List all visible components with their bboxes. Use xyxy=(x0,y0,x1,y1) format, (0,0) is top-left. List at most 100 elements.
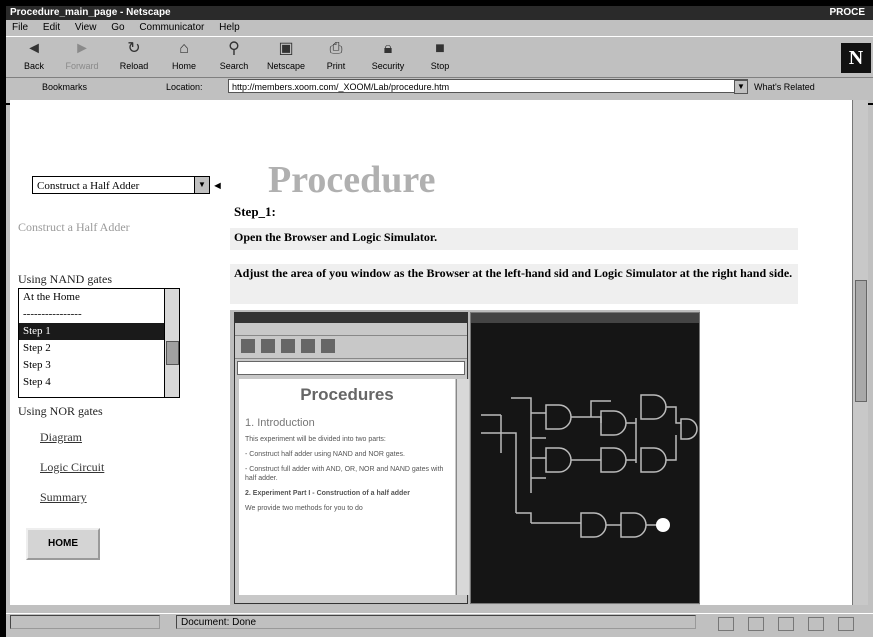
url-field[interactable]: http://members.xoom.com/_XOOM/Lab/proced… xyxy=(228,79,748,93)
location-label: Location: xyxy=(166,82,203,92)
status-bar: Document: Done xyxy=(6,613,873,632)
embedded-address-bar xyxy=(237,361,465,375)
title-bar: Procedure_main_page - Netscape PROCE xyxy=(6,6,873,20)
output-led-icon xyxy=(656,518,670,532)
stop-button[interactable]: ■ Stop xyxy=(416,39,464,71)
embedded-paragraph-4: We provide two methods for you to do xyxy=(245,505,363,512)
screenshot-image: Procedures 1. Introduction This experime… xyxy=(230,310,700,605)
embedded-paragraph-3: - Construct full adder with AND, OR, NOR… xyxy=(245,466,444,482)
print-button[interactable]: ⎙ Print xyxy=(312,39,360,71)
list-item-selected[interactable]: Step 1 xyxy=(19,323,179,340)
page-scrollbar[interactable] xyxy=(852,100,868,605)
nand-heading: Using NAND gates xyxy=(18,272,112,286)
left-panel-title: Construct a Half Adder xyxy=(18,220,130,234)
list-item[interactable]: Step 2 xyxy=(19,340,179,357)
output-wire xyxy=(666,406,681,461)
window-title-right: PROCE xyxy=(829,7,865,18)
listbox-scrollbar[interactable] xyxy=(164,289,179,397)
nand-gate xyxy=(545,404,572,430)
status-icon-2[interactable] xyxy=(748,617,764,631)
input-bus-wire xyxy=(511,397,532,513)
home-nav-button[interactable]: HOME xyxy=(26,528,100,560)
scrollbar-thumb[interactable] xyxy=(166,341,179,365)
go-arrow-icon[interactable]: ◄ xyxy=(212,180,223,192)
embedded-paragraph-1: This experiment will be divided into two… xyxy=(245,436,386,443)
nand-gate xyxy=(545,447,572,473)
url-dropdown-icon[interactable]: ▼ xyxy=(734,80,748,94)
list-item[interactable]: ---------------- xyxy=(19,306,179,323)
chevron-down-icon[interactable]: ▼ xyxy=(194,177,209,193)
status-icon-5[interactable] xyxy=(838,617,854,631)
logic-circuit-diagram xyxy=(481,394,698,538)
forward-arrow-icon: ► xyxy=(74,40,90,57)
status-icon-3[interactable] xyxy=(778,617,794,631)
menu-go[interactable]: Go xyxy=(111,22,124,33)
step-listbox[interactable]: At the Home ---------------- Step 1 Step… xyxy=(18,288,180,398)
page-content: Construct a Half Adder ▼ ◄ Construct a H… xyxy=(10,100,868,605)
input-wire xyxy=(481,414,511,453)
main-content: Procedure Step_1: Open the Browser and L… xyxy=(228,100,848,605)
back-button[interactable]: ◄ Back xyxy=(10,39,58,71)
embedded-back-icon xyxy=(241,339,255,353)
embedded-section-1: 1. Introduction xyxy=(245,417,315,429)
search-button[interactable]: ⚲ Search xyxy=(210,39,258,71)
forward-button[interactable]: ► Forward xyxy=(58,39,106,71)
window-title: Procedure_main_page - Netscape xyxy=(10,7,171,18)
intermediate-wire xyxy=(626,418,637,463)
gate-input-wire xyxy=(531,412,546,479)
status-text: Document: Done xyxy=(176,615,696,629)
logic-simulator-window xyxy=(470,312,700,604)
embedded-heading: Procedures xyxy=(300,385,394,404)
nand-gate xyxy=(680,418,698,440)
status-security-icon[interactable] xyxy=(10,615,160,629)
whats-related-button[interactable]: What's Related xyxy=(754,77,815,97)
home-button[interactable]: ⌂ Home xyxy=(160,39,208,71)
list-item[interactable]: Step 3 xyxy=(19,357,179,374)
embedded-menu-bar xyxy=(235,323,467,336)
menu-edit[interactable]: Edit xyxy=(43,22,60,33)
status-icon-4[interactable] xyxy=(808,617,824,631)
reload-icon: ↻ xyxy=(127,40,141,57)
status-icon-1[interactable] xyxy=(718,617,734,631)
navigation-toolbar: ◄ Back ► Forward ↻ Reload ⌂ Home ⚲ Search ▣ Ne… xyxy=(6,36,873,78)
nand-gate xyxy=(580,512,607,538)
list-item[interactable]: Step 4 xyxy=(19,374,179,391)
list-item[interactable]: At the Home xyxy=(19,289,179,306)
page-title: Procedure xyxy=(268,159,436,201)
link-diagram[interactable]: Diagram xyxy=(40,430,82,445)
embedded-title-bar xyxy=(235,313,467,323)
nand-gate xyxy=(620,512,647,538)
netscape-button[interactable]: ▣ Netscape xyxy=(262,39,310,71)
menu-communicator[interactable]: Communicator xyxy=(139,22,204,33)
bookmarks-button[interactable]: Bookmarks xyxy=(42,77,87,97)
carry-wire xyxy=(516,512,581,524)
intermediate-wire xyxy=(571,400,611,461)
page-scrollbar-thumb[interactable] xyxy=(855,280,867,402)
embedded-page: Procedures 1. Introduction This experime… xyxy=(239,379,469,595)
embedded-browser-window: Procedures 1. Introduction This experime… xyxy=(234,312,469,604)
embedded-toolbar xyxy=(235,336,467,359)
security-button[interactable]: 🔒︎ Security xyxy=(364,39,412,71)
menu-file[interactable]: File xyxy=(12,22,28,33)
nand-gate xyxy=(640,394,667,420)
left-navigation-panel: Construct a Half Adder ▼ ◄ Construct a H… xyxy=(10,100,223,605)
netscape-logo[interactable]: N xyxy=(841,43,871,73)
print-icon: ⎙ xyxy=(329,40,343,57)
security-icon: 🔒︎ xyxy=(383,40,393,57)
stop-icon: ■ xyxy=(435,40,445,57)
link-summary[interactable]: Summary xyxy=(40,490,87,505)
embedded-scrollbar xyxy=(456,379,469,595)
menu-view[interactable]: View xyxy=(75,22,97,33)
reload-button[interactable]: ↻ Reload xyxy=(110,39,158,71)
experiment-select[interactable]: Construct a Half Adder ▼ xyxy=(32,176,210,194)
netscape-icon: ▣ xyxy=(278,40,294,57)
nand-gate xyxy=(600,410,627,436)
nand-gate xyxy=(640,447,667,473)
link-logic-circuit[interactable]: Logic Circuit xyxy=(40,460,104,475)
location-bar: Bookmarks Location: http://members.xoom.… xyxy=(6,77,873,97)
embedded-search-icon xyxy=(321,339,335,353)
embedded-paragraph-2: - Construct half adder using NAND and NO… xyxy=(245,451,405,458)
menu-help[interactable]: Help xyxy=(219,22,240,33)
embedded-home-icon xyxy=(301,339,315,353)
nor-heading: Using NOR gates xyxy=(18,404,103,418)
